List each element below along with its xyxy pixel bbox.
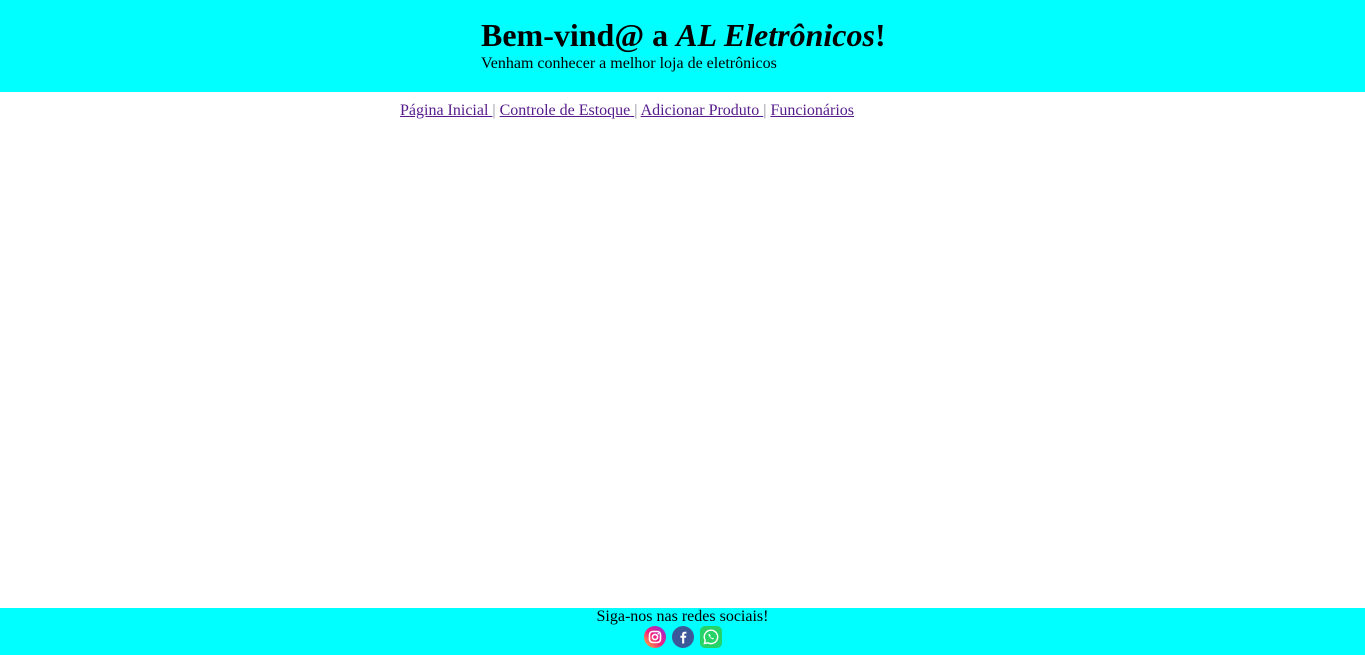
header: Bem-vind@ a AL Eletrônicos! Venham conhe… [0, 0, 1365, 92]
footer: Siga-nos nas redes sociais! [0, 608, 1365, 655]
nav-link-funcionarios[interactable]: Funcionários [770, 102, 854, 119]
social-links [0, 626, 1365, 648]
nav-link-pagina-inicial[interactable]: Página Inicial [400, 102, 492, 119]
whatsapp-icon[interactable] [699, 626, 722, 648]
facebook-icon[interactable] [671, 626, 694, 648]
nav-separator: | [763, 102, 767, 119]
nav-link-adicionar-produto[interactable]: Adicionar Produto [641, 102, 764, 119]
main-nav: Página Inicial | Controle de Estoque | A… [400, 101, 854, 121]
page-title: Bem-vind@ a AL Eletrônicos! [481, 16, 886, 54]
header-content: Bem-vind@ a AL Eletrônicos! Venham conhe… [481, 16, 886, 74]
page-subtitle: Venham conhecer a melhor loja de eletrôn… [481, 55, 777, 72]
title-prefix: Bem-vind@ a [481, 17, 677, 53]
brand-name: AL Eletrônicos [676, 17, 875, 53]
nav-separator: | [634, 102, 638, 119]
instagram-icon[interactable] [643, 626, 666, 648]
footer-text: Siga-nos nas redes sociais! [596, 608, 769, 625]
nav-link-controle-de-estoque[interactable]: Controle de Estoque [500, 102, 635, 119]
title-suffix: ! [874, 17, 886, 53]
nav-separator: | [492, 102, 496, 119]
